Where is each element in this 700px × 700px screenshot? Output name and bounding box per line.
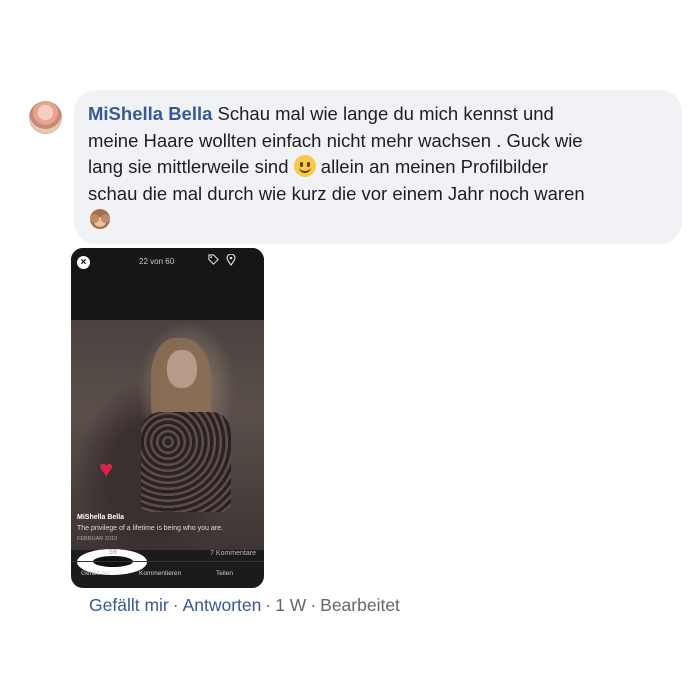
photo-action-bar: Gefällt mir Kommentieren Teilen — [71, 561, 264, 588]
edited-label[interactable]: Bearbeitet — [320, 595, 400, 615]
location-pin-icon — [226, 254, 236, 266]
reaction-count: 59 — [109, 549, 117, 556]
comment-timestamp[interactable]: 1 W — [275, 595, 306, 615]
comment-text-line3: lang sie mittlerweile sind — [88, 156, 294, 177]
comment-actions: Gefällt mir · Antworten · 1 W · Bearbeitet — [89, 595, 400, 616]
photo-post-author: MiShella Bella — [77, 514, 125, 521]
comment-text-line4: schau die mal durch wie kurz die vor ein… — [88, 182, 585, 204]
comment-text-line3b: allein an meinen Profilbilder — [315, 156, 549, 177]
see-no-evil-monkey-icon — [88, 208, 112, 230]
tag-icon — [208, 254, 219, 265]
comment-text-line2: meine Haare wollten einfach nicht mehr w… — [88, 129, 583, 151]
photo-share-action: Teilen — [216, 570, 233, 577]
close-icon: × — [77, 256, 90, 269]
like-link[interactable]: Gefällt mir — [89, 595, 169, 615]
comment-photo-attachment[interactable]: × 22 von 60 ♥ MiShella Bella The privile… — [71, 248, 264, 588]
separator-dot: · — [310, 595, 317, 615]
separator-dot: · — [265, 595, 272, 615]
photo-comment-action: Kommentieren — [139, 570, 182, 577]
reply-link[interactable]: Antworten — [183, 595, 262, 615]
photo-counter: 22 von 60 — [139, 257, 175, 266]
smiling-face-icon — [293, 155, 316, 177]
heart-icon: ♥ — [99, 456, 114, 483]
commenter-avatar[interactable] — [29, 101, 62, 134]
comment-text-line1: Schau mal wie lange du mich kennst und — [212, 103, 554, 124]
comment-author-link[interactable]: MiShella Bella — [88, 103, 212, 124]
separator-dot: · — [172, 595, 179, 615]
photo-post-caption: The privilege of a lifetime is being who… — [77, 525, 223, 532]
comment-bubble: MiShella Bella Schau mal wie lange du mi… — [74, 90, 682, 244]
photo-post-date: FEBRUAR 2019 — [77, 536, 118, 542]
photo-comments-count: 7 Kommentare — [210, 550, 256, 557]
photo-like-action: Gefällt mir — [81, 570, 111, 577]
